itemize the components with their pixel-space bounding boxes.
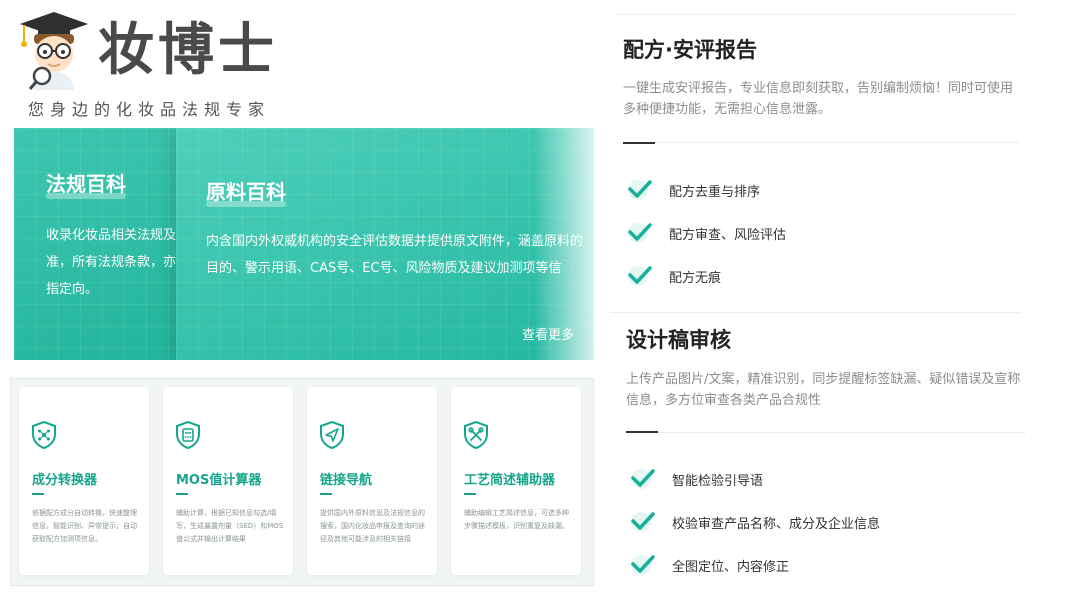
ingredients-card[interactable]: 原料百科 内含国内外权威机构的安全评估数据并提供原文附件，涵盖原料的目的、警示用…: [176, 128, 594, 360]
shield-molecule-icon: [32, 421, 56, 449]
section-accent-bar: [623, 142, 655, 144]
design-feature-item: 智能检验引导语: [672, 474, 764, 489]
shield-tools-icon: [464, 421, 488, 449]
check-icon: [628, 180, 652, 200]
regulations-card-text: 收录化妆品相关法规及标准，所有法规条款，亦可指定向。: [46, 228, 190, 297]
formula-feature-item: 配方去重与排序: [669, 185, 761, 200]
tool-name: 工艺简述辅助器: [464, 473, 556, 488]
divider: [658, 432, 1026, 433]
design-review-description: 上传产品图片/文案，精准识别，同步提醒标签缺漏、疑似错误及宣称信息，多方位审查各…: [626, 372, 1021, 408]
shield-calculator-icon: [176, 421, 200, 449]
check-icon: [628, 266, 652, 286]
site-logo[interactable]: 妆博士 您身边的化妆品法规专家: [14, 10, 284, 120]
tool-name: 链接导航: [320, 473, 373, 488]
formula-feature-item: 配方审查、风险评估: [669, 228, 787, 243]
design-feature-item: 校验审查产品名称、成分及企业信息: [672, 517, 881, 532]
tool-underline: [176, 493, 188, 495]
brand-slogan: 您身边的化妆品法规专家: [28, 100, 271, 119]
divider: [655, 142, 1019, 143]
feature-carousel: 法规百科 收录化妆品相关法规及标准，所有法规条款，亦可指定向。 原料百科 内含国…: [14, 128, 594, 360]
design-review-title: 设计稿审核: [626, 328, 731, 352]
tool-card[interactable]: MOS值计算器 辅助计算，根据已知信息勾选/填写，生成暴露剂量（SED）和MOS…: [163, 387, 293, 575]
carousel-fade: [534, 128, 594, 360]
tool-description: 提供国内外原料信息及法规信息的搜索，国内化妆品申报及查询的途径及其他可能涉及的相…: [320, 509, 425, 543]
design-feature-item: 全图定位、内容修正: [672, 560, 790, 575]
ingredients-card-title: 原料百科: [206, 176, 286, 207]
tool-name: 成分转换器: [32, 473, 98, 488]
tool-card[interactable]: 链接导航 提供国内外原料信息及法规信息的搜索，国内化妆品申报及查询的途径及其他可…: [307, 387, 437, 575]
tool-card[interactable]: 工艺简述辅助器 辅助编辑工艺简述信息，可选多种步骤描述模板，识别重复及缺漏。: [451, 387, 581, 575]
doctor-mascot-icon: [20, 12, 88, 90]
divider: [616, 14, 1016, 15]
tools-panel: 成分转换器 依据配方成分自动转换，快速整理信息，智能识别、异常提示，自动获取配方…: [10, 378, 594, 586]
check-icon: [631, 469, 655, 489]
shield-navigation-icon: [320, 421, 344, 449]
section-accent-bar: [626, 431, 658, 433]
tool-underline: [464, 493, 476, 495]
check-icon: [631, 512, 655, 532]
brand-name: 妆博士: [98, 18, 278, 83]
check-icon: [628, 223, 652, 243]
tool-description: 辅助计算，根据已知信息勾选/填写，生成暴露剂量（SED）和MOS值公式并输出计算…: [176, 509, 284, 543]
formula-report-title: 配方·安评报告: [623, 38, 757, 62]
formula-report-description: 一键生成安评报告，专业信息即刻获取，告别编制烦恼！同时可使用多种便捷功能，无需担…: [623, 81, 1014, 117]
tool-card[interactable]: 成分转换器 依据配方成分自动转换，快速整理信息，智能识别、异常提示，自动获取配方…: [19, 387, 149, 575]
check-icon: [631, 555, 655, 575]
formula-feature-item: 配方无痕: [669, 271, 722, 286]
regulations-card-title: 法规百科: [46, 168, 126, 199]
tool-underline: [320, 493, 332, 495]
divider: [610, 312, 1020, 313]
tool-underline: [32, 493, 44, 495]
tool-description: 辅助编辑工艺简述信息，可选多种步骤描述模板，识别重复及缺漏。: [464, 509, 569, 530]
tool-description: 依据配方成分自动转换，快速整理信息，智能识别、异常提示，自动获取配方加测项信息。: [32, 509, 137, 543]
ingredients-card-text: 内含国内外权威机构的安全评估数据并提供原文附件，涵盖原料的目的、警示用语、CAS…: [206, 234, 584, 276]
tool-name: MOS值计算器: [176, 473, 262, 488]
